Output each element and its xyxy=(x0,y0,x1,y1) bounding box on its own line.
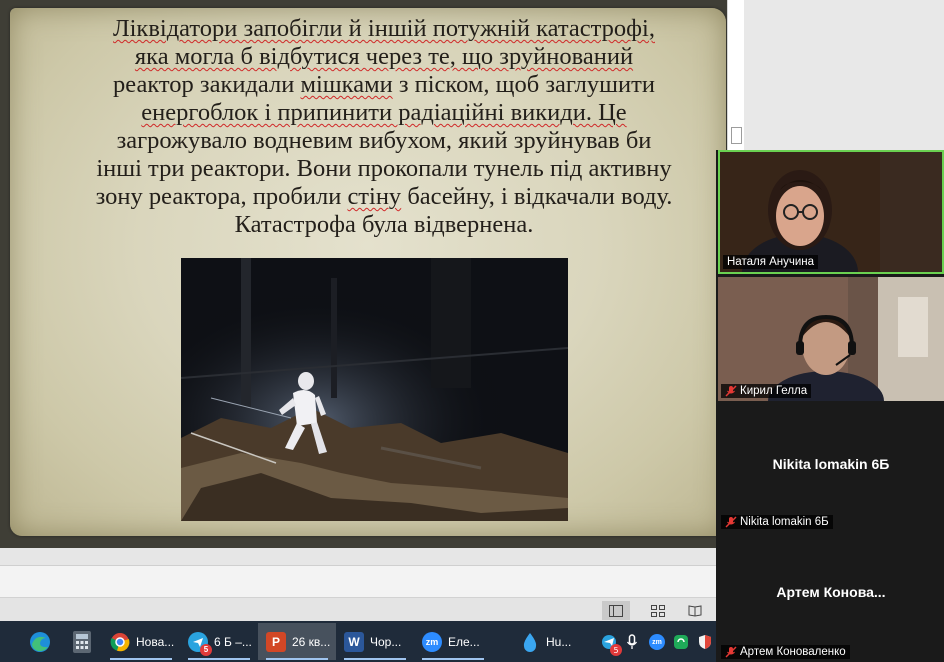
taskbar-app-zoom[interactable]: zm Еле... xyxy=(414,623,492,660)
participant-name-tag: Артем Коноваленко xyxy=(721,645,850,659)
slide-text-line-4: енергоблок і припинити радіаційні викиди… xyxy=(141,99,627,126)
grid-icon xyxy=(651,604,665,617)
calculator-icon[interactable] xyxy=(68,628,96,656)
slide-text-line-1: Ліквідатори запобігли й іншій потужній к… xyxy=(113,15,655,42)
participant-display-name: Nikita lomakin 6Б xyxy=(772,456,890,472)
microphone-icon[interactable] xyxy=(622,628,642,656)
slide-canvas[interactable]: Ліквідатори запобігли й іншій потужній к… xyxy=(0,0,727,548)
running-indicator xyxy=(422,658,484,660)
slide-photo-liquidator[interactable] xyxy=(181,258,568,521)
tray-notification-badge: 5 xyxy=(610,644,622,656)
telegram-icon: 5 xyxy=(188,631,212,656)
participant-display-name: Артем Конова... xyxy=(776,584,886,600)
taskbar-app-label: Hu... xyxy=(546,634,572,649)
slide-text-line-6: інші три реактори. Вони прокопали тунель… xyxy=(96,155,672,182)
powerpoint-icon: P xyxy=(266,631,286,652)
slide-text-line-7: зону реактора, пробили стіну басейну, і … xyxy=(95,183,673,210)
participant-tile[interactable]: Кирил Гелла xyxy=(718,277,944,401)
scrollbar-thumb[interactable] xyxy=(731,127,742,144)
participant-name-tag: Наталя Анучина xyxy=(723,255,819,269)
taskbar-app-powerpoint[interactable]: P 26 кв... xyxy=(258,623,336,660)
slide-text-line-8: Катастрофа була відвернена. xyxy=(234,211,534,238)
notification-badge: 5 xyxy=(200,643,212,656)
sync-tray-icon[interactable] xyxy=(670,628,692,656)
participant-tile-active-speaker[interactable]: Наталя Анучина xyxy=(718,150,944,274)
participant-video xyxy=(720,152,942,272)
slide-text-line-2: яка могла б відбутися через те, що зруйн… xyxy=(134,43,634,70)
taskbar-app-label: 6 Б –... xyxy=(214,634,252,649)
normal-view-icon xyxy=(609,604,623,617)
slide-text-line-5: загрожувало водневим вибухом, який зруйн… xyxy=(116,127,652,154)
notes-pane[interactable] xyxy=(0,565,716,597)
participant-tile-no-video[interactable]: Nikita lomakin 6Б Nikita lomakin 6Б xyxy=(718,406,944,532)
status-bar xyxy=(0,597,716,621)
telegram-tray-icon[interactable]: 5 xyxy=(598,628,622,656)
taskbar-app-label: Нова... xyxy=(136,634,175,649)
taskbar-app-word[interactable]: W Чор... xyxy=(336,623,414,660)
participant-name-tag: Кирил Гелла xyxy=(721,384,812,398)
normal-view-button[interactable] xyxy=(602,601,630,620)
taskbar-app-label: 26 кв... xyxy=(292,634,331,649)
slide-body-text[interactable]: Ліквідатори запобігли й іншій потужній к… xyxy=(40,15,727,239)
water-drop-icon xyxy=(520,632,540,652)
mic-muted-icon xyxy=(725,646,737,658)
taskbar-app-chrome[interactable]: Нова... xyxy=(102,623,180,660)
taskbar-app-label: Еле... xyxy=(448,634,480,649)
edge-icon[interactable] xyxy=(26,628,54,656)
book-icon xyxy=(688,604,702,617)
running-indicator xyxy=(188,658,250,660)
slide-sorter-view-button[interactable] xyxy=(644,601,672,620)
running-indicator xyxy=(344,658,406,660)
participant-tile-no-video[interactable]: Артем Конова... Артем Коноваленко xyxy=(718,534,944,662)
taskbar-app-label: Чор... xyxy=(370,634,402,649)
zoom-icon: zm xyxy=(422,631,442,652)
mic-muted-icon xyxy=(725,385,737,397)
participant-video xyxy=(718,277,944,401)
zoom-participants-panel: Наталя Анучина Кирил Гелла Nikita lomaki… xyxy=(716,150,944,662)
windows-taskbar: Нова... 5 6 Б –... P 26 кв... W Чор... z… xyxy=(0,621,716,662)
zoom-tray-icon[interactable]: zm xyxy=(646,628,668,656)
slide-text-line-3: реактор закидали мішками з піском, щоб з… xyxy=(113,71,655,98)
participant-name-tag: Nikita lomakin 6Б xyxy=(721,515,833,529)
running-indicator xyxy=(110,658,172,660)
reading-view-button[interactable] xyxy=(681,601,709,620)
taskbar-app-telegram[interactable]: 5 6 Б –... xyxy=(180,623,258,660)
chrome-icon xyxy=(110,632,130,652)
photo-illustration xyxy=(181,258,568,521)
slide-vertical-scrollbar[interactable] xyxy=(727,0,744,150)
word-icon: W xyxy=(344,631,364,652)
running-indicator xyxy=(266,658,328,660)
shield-icon[interactable] xyxy=(694,628,716,656)
mic-muted-icon xyxy=(725,516,737,528)
taskbar-app-hu[interactable]: Hu... xyxy=(512,623,590,660)
powerpoint-editor: Ліквідатори запобігли й іншій потужній к… xyxy=(0,0,744,621)
